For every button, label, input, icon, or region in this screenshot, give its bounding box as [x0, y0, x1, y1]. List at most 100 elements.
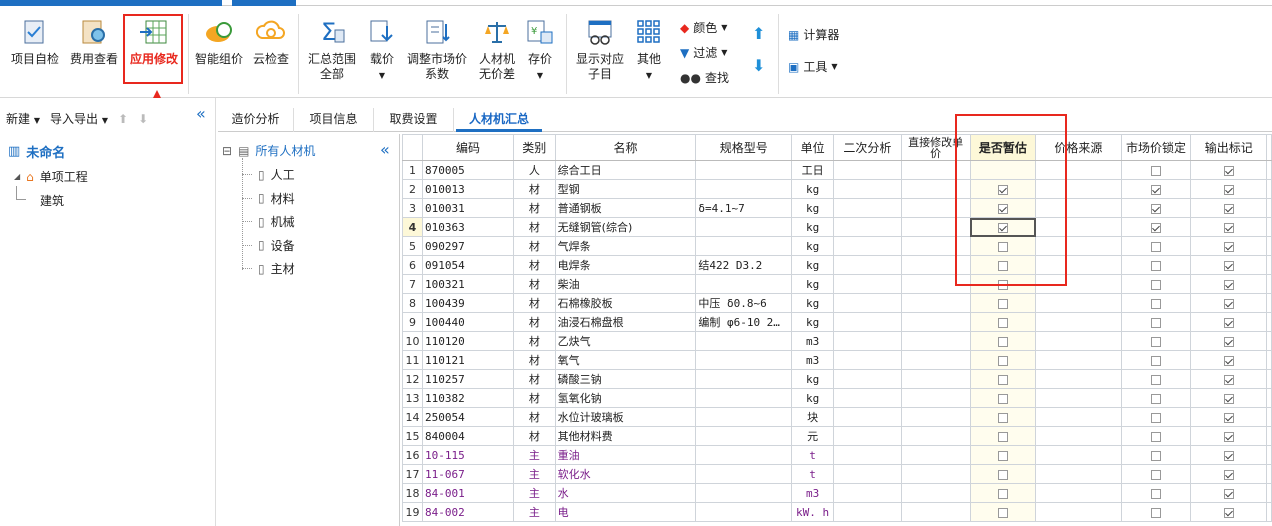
name-cell[interactable]: 电 — [554, 502, 697, 522]
project-root-node[interactable]: ▥ 未命名 — [8, 142, 65, 161]
market-lock-checkbox[interactable] — [1150, 241, 1161, 252]
output-flag-checkbox[interactable] — [1223, 317, 1234, 328]
adjust-market-coef-button[interactable]: 调整市场价 系数 — [404, 18, 470, 82]
price-source-cell[interactable] — [1035, 312, 1122, 332]
market-lock-checkbox[interactable] — [1150, 298, 1161, 309]
spec-cell[interactable] — [695, 369, 793, 389]
name-cell[interactable]: 水位计玻璃板 — [554, 407, 697, 427]
spec-cell[interactable] — [695, 445, 793, 465]
spec-cell[interactable] — [695, 274, 793, 294]
output-flag-checkbox[interactable] — [1223, 431, 1234, 442]
unit-cell[interactable]: kg — [791, 179, 835, 199]
secondary-analysis-cell[interactable] — [833, 255, 902, 275]
direct-price-cell[interactable] — [900, 350, 971, 370]
estimate-checkbox[interactable] — [997, 336, 1008, 347]
direct-price-cell[interactable] — [900, 388, 971, 408]
table-row[interactable]: 2 010013 材 型钢 kg — [402, 179, 1272, 199]
market-lock-checkbox[interactable] — [1150, 336, 1161, 347]
top-menu-active[interactable] — [232, 0, 296, 6]
spec-cell[interactable] — [695, 407, 793, 427]
spec-cell[interactable] — [695, 464, 793, 484]
calculator-button[interactable]: ▦ 计算器 — [788, 27, 839, 43]
unit-cell[interactable]: kg — [791, 217, 835, 237]
market-lock-cell[interactable] — [1120, 350, 1192, 370]
market-lock-cell[interactable] — [1120, 217, 1192, 237]
market-lock-checkbox[interactable] — [1150, 355, 1161, 366]
direct-price-cell[interactable] — [900, 483, 971, 503]
type-cell[interactable]: 材 — [512, 198, 556, 218]
secondary-analysis-cell[interactable] — [833, 426, 902, 446]
unit-cell[interactable]: m3 — [791, 331, 835, 351]
output-flag-checkbox[interactable] — [1223, 393, 1234, 404]
type-cell[interactable]: 材 — [512, 217, 556, 237]
code-cell[interactable]: 10-115 — [421, 445, 514, 465]
market-lock-checkbox[interactable] — [1150, 450, 1161, 461]
import-export-button[interactable]: 导入导出 ▼ — [50, 110, 108, 127]
spec-cell[interactable]: 编制 φ6-10 2… — [695, 312, 793, 332]
market-lock-cell[interactable] — [1120, 483, 1192, 503]
unit-cell[interactable]: kg — [791, 293, 835, 313]
price-source-cell[interactable] — [1035, 331, 1122, 351]
type-cell[interactable]: 主 — [512, 464, 556, 484]
estimate-cell[interactable] — [969, 426, 1037, 446]
type-cell[interactable]: 材 — [512, 255, 556, 275]
market-lock-cell[interactable] — [1120, 160, 1192, 180]
collapse-panel-icon[interactable]: « — [196, 104, 206, 123]
tree-item[interactable]: ▯ 机械 — [242, 213, 295, 230]
secondary-analysis-cell[interactable] — [833, 293, 902, 313]
table-row[interactable]: 14 250054 材 水位计玻璃板 块 — [402, 407, 1272, 427]
output-flag-checkbox[interactable] — [1223, 450, 1234, 461]
code-cell[interactable]: 110120 — [421, 331, 514, 351]
name-cell[interactable]: 综合工日 — [554, 160, 697, 180]
spec-cell[interactable] — [695, 160, 793, 180]
table-row[interactable]: 18 84-001 主 水 m3 — [402, 483, 1272, 503]
unit-cell[interactable]: m3 — [791, 483, 835, 503]
filter-button[interactable]: ▼ 过滤 ▼ — [680, 45, 727, 61]
estimate-cell[interactable] — [969, 350, 1037, 370]
estimate-cell[interactable] — [969, 312, 1037, 332]
market-lock-cell[interactable] — [1120, 502, 1192, 522]
no-price-diff-button[interactable]: 人材机 无价差 — [474, 18, 520, 82]
type-cell[interactable]: 材 — [512, 312, 556, 332]
market-lock-checkbox[interactable] — [1150, 279, 1161, 290]
load-price-button[interactable]: 载价 ▼ — [364, 18, 400, 83]
direct-price-cell[interactable] — [900, 407, 971, 427]
output-flag-cell[interactable] — [1190, 331, 1267, 351]
secondary-analysis-cell[interactable] — [833, 160, 902, 180]
spec-cell[interactable] — [695, 331, 793, 351]
type-cell[interactable]: 材 — [512, 407, 556, 427]
type-cell[interactable]: 主 — [512, 445, 556, 465]
code-cell[interactable]: 100439 — [421, 293, 514, 313]
estimate-cell[interactable] — [969, 331, 1037, 351]
name-cell[interactable]: 型钢 — [554, 179, 697, 199]
unit-cell[interactable]: kW. h — [791, 502, 835, 522]
unit-cell[interactable]: kg — [791, 274, 835, 294]
direct-price-cell[interactable] — [900, 369, 971, 389]
price-source-cell[interactable] — [1035, 369, 1122, 389]
code-cell[interactable]: 100321 — [421, 274, 514, 294]
spec-cell[interactable] — [695, 388, 793, 408]
market-lock-cell[interactable] — [1120, 236, 1192, 256]
output-flag-checkbox[interactable] — [1223, 203, 1234, 214]
market-lock-cell[interactable] — [1120, 331, 1192, 351]
column-header[interactable]: 规格型号 — [695, 134, 793, 161]
collapse-tree-icon[interactable]: « — [380, 140, 390, 159]
arrow-down-icon[interactable]: ⬇ — [138, 112, 148, 126]
arrow-up-icon[interactable]: ⬆ — [118, 112, 128, 126]
table-row[interactable]: 10 110120 材 乙炔气 m3 — [402, 331, 1272, 351]
new-button[interactable]: 新建 ▼ — [6, 110, 40, 127]
tab-cost-analysis[interactable]: 造价分析 — [218, 108, 294, 132]
name-cell[interactable]: 软化水 — [554, 464, 697, 484]
table-row[interactable]: 1 870005 人 综合工日 工日 — [402, 160, 1272, 180]
output-flag-cell[interactable] — [1190, 198, 1267, 218]
secondary-analysis-cell[interactable] — [833, 369, 902, 389]
move-down-button[interactable]: ⬇ — [752, 58, 765, 74]
name-cell[interactable]: 乙炔气 — [554, 331, 697, 351]
output-flag-cell[interactable] — [1190, 217, 1267, 237]
estimate-checkbox[interactable] — [997, 412, 1008, 423]
tree-item[interactable]: ▯ 主材 — [242, 260, 295, 277]
table-row[interactable]: 3 010031 材 普通钢板 δ=4.1~7 kg — [402, 198, 1272, 218]
secondary-analysis-cell[interactable] — [833, 407, 902, 427]
spec-cell[interactable] — [695, 350, 793, 370]
code-cell[interactable]: 110382 — [421, 388, 514, 408]
